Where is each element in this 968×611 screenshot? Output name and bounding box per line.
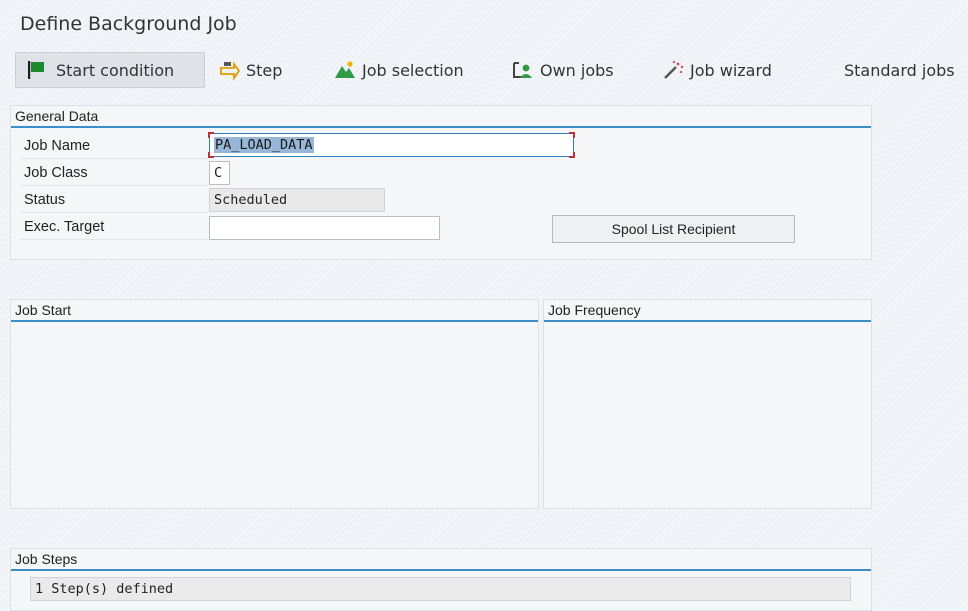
focus-corner-br [569, 152, 575, 158]
job-frequency-panel: Job Frequency [543, 299, 872, 509]
exec-target-label: Exec. Target [20, 214, 208, 240]
start-condition-label: Start condition [56, 60, 175, 80]
own-jobs-icon [512, 60, 534, 80]
job-name-input[interactable]: PA_LOAD_DATA [208, 132, 575, 158]
green-flag-icon [24, 60, 50, 80]
focus-corner-tr [569, 132, 575, 138]
spool-list-recipient-button[interactable]: Spool List Recipient [552, 215, 795, 243]
status-value: Scheduled [209, 188, 385, 212]
job-selection-icon [334, 60, 356, 80]
own-jobs-button[interactable]: Own jobs [512, 52, 614, 88]
job-steps-value: 1 Step(s) defined [30, 577, 851, 601]
step-icon [218, 60, 240, 80]
status-label: Status [20, 187, 208, 213]
job-class-row: Job Class [20, 160, 560, 186]
step-label: Step [246, 60, 283, 80]
start-condition-button[interactable]: Start condition [15, 52, 205, 88]
general-data-title: General Data [11, 106, 871, 128]
standard-jobs-button[interactable]: Standard jobs [844, 52, 955, 88]
job-wizard-label: Job wizard [690, 60, 772, 80]
job-name-label: Job Name [20, 133, 208, 159]
magic-wand-icon [662, 60, 684, 80]
job-frequency-title: Job Frequency [544, 300, 871, 322]
page-title: Define Background Job [20, 13, 237, 35]
focus-corner-tl [208, 132, 214, 138]
job-start-panel: Job Start [10, 299, 539, 509]
application-toolbar: Start condition Step Job selection Own j… [0, 50, 968, 90]
job-name-value: PA_LOAD_DATA [214, 137, 314, 153]
focus-corner-bl [208, 152, 214, 158]
job-wizard-button[interactable]: Job wizard [662, 52, 772, 88]
standard-jobs-label: Standard jobs [844, 60, 955, 80]
exec-target-input[interactable] [209, 216, 440, 240]
step-button[interactable]: Step [218, 52, 282, 88]
job-steps-title: Job Steps [11, 549, 871, 571]
job-start-title: Job Start [11, 300, 538, 322]
job-class-input[interactable]: C [209, 161, 230, 185]
job-class-label: Job Class [20, 160, 208, 186]
job-selection-button[interactable]: Job selection [334, 52, 464, 88]
job-selection-label: Job selection [362, 60, 464, 80]
own-jobs-label: Own jobs [540, 60, 614, 80]
